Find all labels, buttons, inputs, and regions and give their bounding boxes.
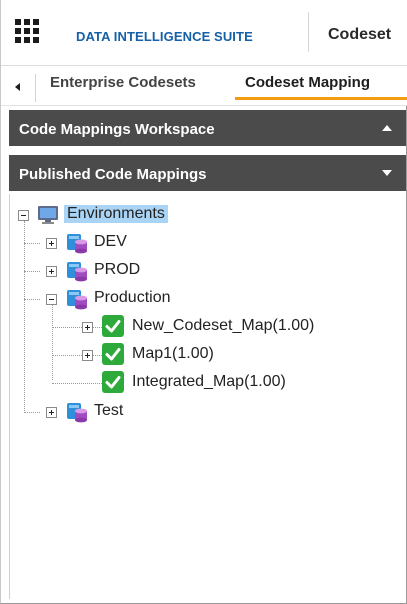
tree-node-new-codeset-map[interactable]: New_Codeset_Map(1.00): [132, 317, 314, 335]
tree-connector: [24, 271, 40, 272]
tree-connector: [52, 355, 102, 356]
tree-connector: [52, 383, 102, 384]
app-title: DATA INTELLIGENCE SUITE: [76, 29, 253, 44]
database-icon: [64, 260, 88, 287]
tree-connector: [24, 412, 40, 413]
tree-connector: [52, 327, 102, 328]
expand-toggle-icon[interactable]: [46, 407, 57, 418]
database-icon: [64, 232, 88, 259]
collapse-toggle-icon[interactable]: [46, 294, 57, 305]
tab-codeset-mapping[interactable]: Codeset Mapping: [234, 74, 407, 104]
tab-scroll-left-icon[interactable]: [11, 80, 25, 94]
tree-connector: [24, 299, 40, 300]
green-check-icon: [102, 315, 124, 342]
tree-node-production[interactable]: Production: [94, 289, 171, 307]
module-title: Codeset: [328, 26, 392, 43]
green-check-icon: [102, 343, 124, 370]
tree-node-environments[interactable]: Environments: [64, 205, 168, 223]
tree-node-test[interactable]: Test: [94, 402, 123, 420]
expand-toggle-icon[interactable]: [46, 238, 57, 249]
expand-toggle-icon[interactable]: [82, 350, 93, 361]
tree-connector: [24, 243, 40, 244]
section-title: Code Mappings Workspace: [19, 121, 215, 138]
header-divider: [308, 12, 309, 52]
database-icon: [64, 401, 88, 428]
collapse-caret-icon: [382, 125, 392, 131]
published-code-mappings-header[interactable]: Published Code Mappings: [9, 155, 406, 191]
tab-bar: Enterprise Codesets Codeset Mapping: [1, 66, 407, 106]
app-frame: DATA INTELLIGENCE SUITE Codeset Enterpri…: [0, 0, 407, 604]
grid-menu-icon[interactable]: [15, 19, 39, 43]
tree-node-map1[interactable]: Map1(1.00): [132, 345, 214, 363]
published-mappings-tree: Environments DEV PROD Production New_Cod…: [9, 194, 406, 599]
tab-enterprise-codesets[interactable]: Enterprise Codesets: [46, 74, 200, 104]
tree-node-integrated-map[interactable]: Integrated_Map(1.00): [132, 373, 286, 391]
section-title: Published Code Mappings: [19, 166, 207, 183]
tree-node-dev[interactable]: DEV: [94, 233, 127, 251]
expand-caret-icon: [382, 170, 392, 176]
expand-toggle-icon[interactable]: [46, 266, 57, 277]
database-icon: [64, 288, 88, 315]
tree-connector: [24, 221, 25, 413]
tree-node-prod[interactable]: PROD: [94, 261, 140, 279]
expand-toggle-icon[interactable]: [82, 322, 93, 333]
computer-icon: [37, 204, 59, 229]
collapse-toggle-icon[interactable]: [18, 210, 29, 221]
green-check-icon: [102, 371, 124, 398]
tree-connector: [52, 304, 53, 380]
top-bar: DATA INTELLIGENCE SUITE Codeset: [1, 0, 407, 66]
tab-divider: [35, 74, 36, 102]
code-mappings-workspace-header[interactable]: Code Mappings Workspace: [9, 110, 406, 146]
